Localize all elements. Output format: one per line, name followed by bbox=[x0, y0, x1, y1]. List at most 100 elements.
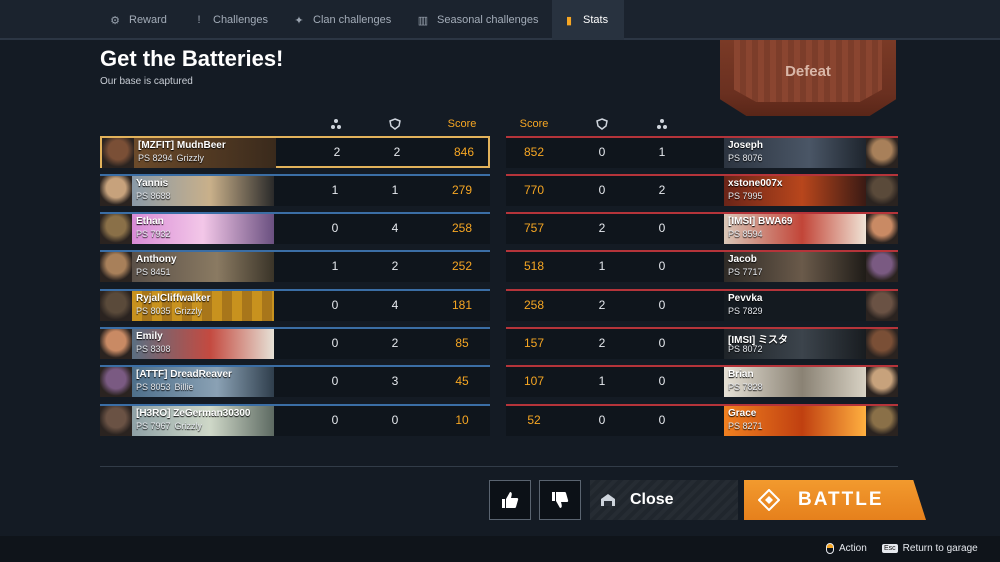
assists-value: 0 bbox=[598, 413, 606, 427]
tab-stats[interactable]: ▮ Stats bbox=[552, 0, 624, 40]
player-row-ally[interactable]: [ATTF] DreadReaver PS 8053 Billie 0 3 45 bbox=[100, 365, 490, 397]
player-name: Ethan bbox=[136, 216, 164, 227]
power-score-value: PS 7829 bbox=[728, 306, 763, 316]
power-score-value: PS 8594 bbox=[728, 229, 763, 239]
player-row-enemy[interactable]: 157 2 0 [IMSI] ミスタ PS 8072 bbox=[506, 327, 898, 359]
player-namecard: RyjalCliffwalker PS 8035 Grizzly bbox=[132, 291, 274, 321]
score-header-left: Score bbox=[447, 118, 477, 130]
player-row-enemy[interactable]: 852 0 1 Joseph PS 8076 bbox=[506, 136, 898, 168]
score-value: 52 bbox=[527, 413, 541, 427]
action-label: Action bbox=[839, 543, 867, 554]
avatar bbox=[866, 329, 898, 359]
like-button[interactable] bbox=[489, 480, 531, 520]
player-name: Anthony bbox=[136, 254, 177, 265]
power-score: PS 8308 bbox=[136, 344, 171, 354]
player-name: Brian bbox=[728, 369, 754, 380]
player-row-ally[interactable]: Anthony PS 8451 1 2 252 bbox=[100, 250, 490, 282]
battle-label: BATTLE bbox=[798, 489, 884, 510]
power-score-value: PS 8451 bbox=[136, 267, 171, 277]
player-namecard: Emily PS 8308 bbox=[132, 329, 274, 359]
score-value: 107 bbox=[523, 374, 545, 388]
player-name: Emily bbox=[136, 331, 163, 342]
assists-value: 2 bbox=[598, 336, 606, 350]
assists-value: 4 bbox=[391, 221, 399, 235]
player-name: Pevvka bbox=[728, 293, 763, 304]
avatar bbox=[100, 291, 132, 321]
tab-seasonal-challenges[interactable]: ▥ Seasonal challenges bbox=[406, 0, 549, 40]
player-row-enemy[interactable]: 518 1 0 Jacob PS 7717 bbox=[506, 250, 898, 282]
player-row-ally[interactable]: Ethan PS 7932 0 4 258 bbox=[100, 212, 490, 244]
power-score: PS 7932 bbox=[136, 229, 171, 239]
clan-name: Grizzly bbox=[174, 306, 203, 316]
score-value: 181 bbox=[451, 298, 473, 312]
avatar bbox=[100, 406, 132, 436]
close-button[interactable]: Close bbox=[590, 480, 738, 520]
garage-icon bbox=[601, 494, 615, 506]
player-name: Yannis bbox=[136, 178, 169, 189]
assists-value: 0 bbox=[598, 145, 606, 159]
player-row-ally[interactable]: [MZFIT] MudnBeer PS 8294 Grizzly 2 2 846 bbox=[100, 136, 490, 168]
power-score-value: PS 7967 bbox=[136, 421, 171, 431]
dislike-button[interactable] bbox=[539, 480, 581, 520]
tab-clan-challenges[interactable]: ✦ Clan challenges bbox=[282, 0, 401, 40]
player-namecard: Grace PS 8271 bbox=[724, 406, 866, 436]
power-score-value: PS 8053 bbox=[136, 382, 171, 392]
close-label: Close bbox=[630, 491, 674, 508]
assists-value: 2 bbox=[393, 145, 401, 159]
battle-button[interactable]: BATTLE bbox=[744, 480, 926, 520]
power-score-value: PS 8294 bbox=[138, 153, 173, 163]
assists-value: 1 bbox=[598, 259, 606, 273]
esc-key-icon: Esc bbox=[882, 544, 898, 553]
player-name: xstone007x bbox=[728, 178, 783, 189]
player-row-enemy[interactable]: 107 1 0 Brian PS 7828 bbox=[506, 365, 898, 397]
assists-value: 4 bbox=[391, 298, 399, 312]
player-namecard: Pevvka PS 7829 bbox=[724, 291, 866, 321]
player-namecard: Brian PS 7828 bbox=[724, 367, 866, 397]
tab-reward[interactable]: ⚙ Reward bbox=[98, 0, 177, 40]
power-score-value: PS 8076 bbox=[728, 153, 763, 163]
player-row-enemy[interactable]: 770 0 2 xstone007x PS 7995 bbox=[506, 174, 898, 206]
avatar bbox=[866, 138, 898, 168]
tab-label: Clan challenges bbox=[313, 14, 392, 26]
player-namecard: [IMSI] BWA69 PS 8594 bbox=[724, 214, 866, 244]
tab-label: Seasonal challenges bbox=[437, 14, 539, 26]
reward-icon: ⚙ bbox=[110, 14, 120, 27]
divider bbox=[100, 466, 898, 467]
power-score: PS 8688 bbox=[136, 191, 171, 201]
thumbs-down-icon bbox=[552, 492, 569, 508]
kills-value: 0 bbox=[658, 259, 666, 273]
player-namecard: Ethan PS 7932 bbox=[132, 214, 274, 244]
player-row-ally[interactable]: Yannis PS 8688 1 1 279 bbox=[100, 174, 490, 206]
power-score-value: PS 8271 bbox=[728, 421, 763, 431]
avatar bbox=[866, 406, 898, 436]
player-row-ally[interactable]: Emily PS 8308 0 2 85 bbox=[100, 327, 490, 359]
kills-value: 2 bbox=[333, 145, 341, 159]
kills-value: 0 bbox=[658, 298, 666, 312]
footer-hints: Action Esc Return to garage bbox=[0, 536, 1000, 562]
action-hint[interactable]: Action bbox=[826, 543, 867, 554]
score-header-right: Score bbox=[519, 118, 549, 130]
player-row-enemy[interactable]: 757 2 0 [IMSI] BWA69 PS 8594 bbox=[506, 212, 898, 244]
shield-icon bbox=[594, 118, 610, 133]
player-row-enemy[interactable]: 52 0 0 Grace PS 8271 bbox=[506, 404, 898, 436]
kills-value: 0 bbox=[658, 374, 666, 388]
player-row-ally[interactable]: [H3RO] ZeGerman30300 PS 7967 Grizzly 0 0 10 bbox=[100, 404, 490, 436]
power-score: PS 8294 Grizzly bbox=[138, 153, 204, 163]
score-value: 45 bbox=[455, 374, 469, 388]
power-score-value: PS 8072 bbox=[728, 344, 763, 354]
tab-challenges[interactable]: ! Challenges bbox=[182, 0, 278, 40]
avatar bbox=[866, 367, 898, 397]
result-text: Defeat bbox=[785, 62, 831, 80]
challenges-icon: ! bbox=[197, 14, 201, 26]
score-value: 258 bbox=[451, 221, 473, 235]
player-namecard: Joseph PS 8076 bbox=[724, 138, 866, 168]
clan-name: Grizzly bbox=[174, 421, 203, 431]
kills-value: 2 bbox=[658, 183, 666, 197]
player-row-ally[interactable]: RyjalCliffwalker PS 8035 Grizzly 0 4 181 bbox=[100, 289, 490, 321]
shield-icon bbox=[387, 118, 403, 133]
player-name: [ATTF] DreadReaver bbox=[136, 369, 232, 380]
return-hint[interactable]: Esc Return to garage bbox=[882, 543, 978, 554]
assists-value: 3 bbox=[391, 374, 399, 388]
player-namecard: [MZFIT] MudnBeer PS 8294 Grizzly bbox=[134, 138, 276, 168]
player-row-enemy[interactable]: 258 2 0 Pevvka PS 7829 bbox=[506, 289, 898, 321]
